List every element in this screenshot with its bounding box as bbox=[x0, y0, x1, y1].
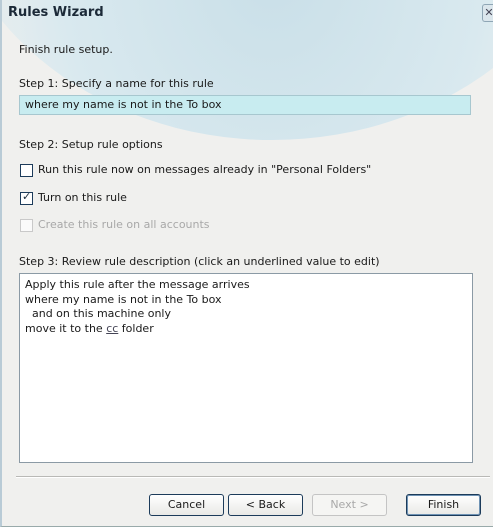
rule-description-box[interactable]: Apply this rule after the message arrive… bbox=[19, 273, 473, 463]
description-text: move it to the bbox=[25, 321, 107, 335]
step1-label: Step 1: Specify a name for this rule bbox=[19, 77, 214, 90]
description-line: where my name is not in the To box bbox=[25, 292, 222, 306]
rule-name-input[interactable]: where my name is not in the To box bbox=[19, 95, 471, 115]
intro-text: Finish rule setup. bbox=[19, 43, 113, 56]
window-title: Rules Wizard bbox=[8, 5, 104, 20]
description-line: and on this machine only bbox=[25, 307, 171, 320]
step2-label: Step 2: Setup rule options bbox=[19, 138, 163, 151]
step3-label: Step 3: Review rule description (click a… bbox=[19, 255, 380, 268]
all-accounts-checkbox bbox=[20, 219, 33, 232]
next-button: Next > bbox=[312, 494, 387, 516]
turn-on-rule-label[interactable]: Turn on this rule bbox=[38, 191, 127, 204]
checkmark-icon: ✓ bbox=[22, 190, 32, 203]
divider bbox=[16, 476, 490, 478]
description-line: Apply this rule after the message arrive… bbox=[25, 278, 250, 291]
folder-link[interactable]: cc bbox=[106, 322, 118, 335]
close-icon[interactable]: ✕ bbox=[482, 4, 493, 22]
finish-button[interactable]: Finish bbox=[406, 494, 481, 516]
cancel-button[interactable]: Cancel bbox=[149, 494, 224, 516]
turn-on-rule-checkbox[interactable]: ✓ bbox=[20, 190, 33, 205]
run-now-checkbox[interactable] bbox=[20, 164, 33, 177]
title-bar[interactable]: Rules Wizard ✕ bbox=[2, 0, 493, 26]
description-text: folder bbox=[118, 321, 154, 335]
rules-wizard-window: Rules Wizard ✕ Finish rule setup. Step 1… bbox=[0, 0, 493, 527]
back-button[interactable]: < Back bbox=[228, 494, 303, 516]
description-line-folder: move it to the cc folder bbox=[25, 322, 467, 337]
run-now-label[interactable]: Run this rule now on messages already in… bbox=[38, 163, 371, 176]
all-accounts-label: Create this rule on all accounts bbox=[38, 218, 210, 231]
